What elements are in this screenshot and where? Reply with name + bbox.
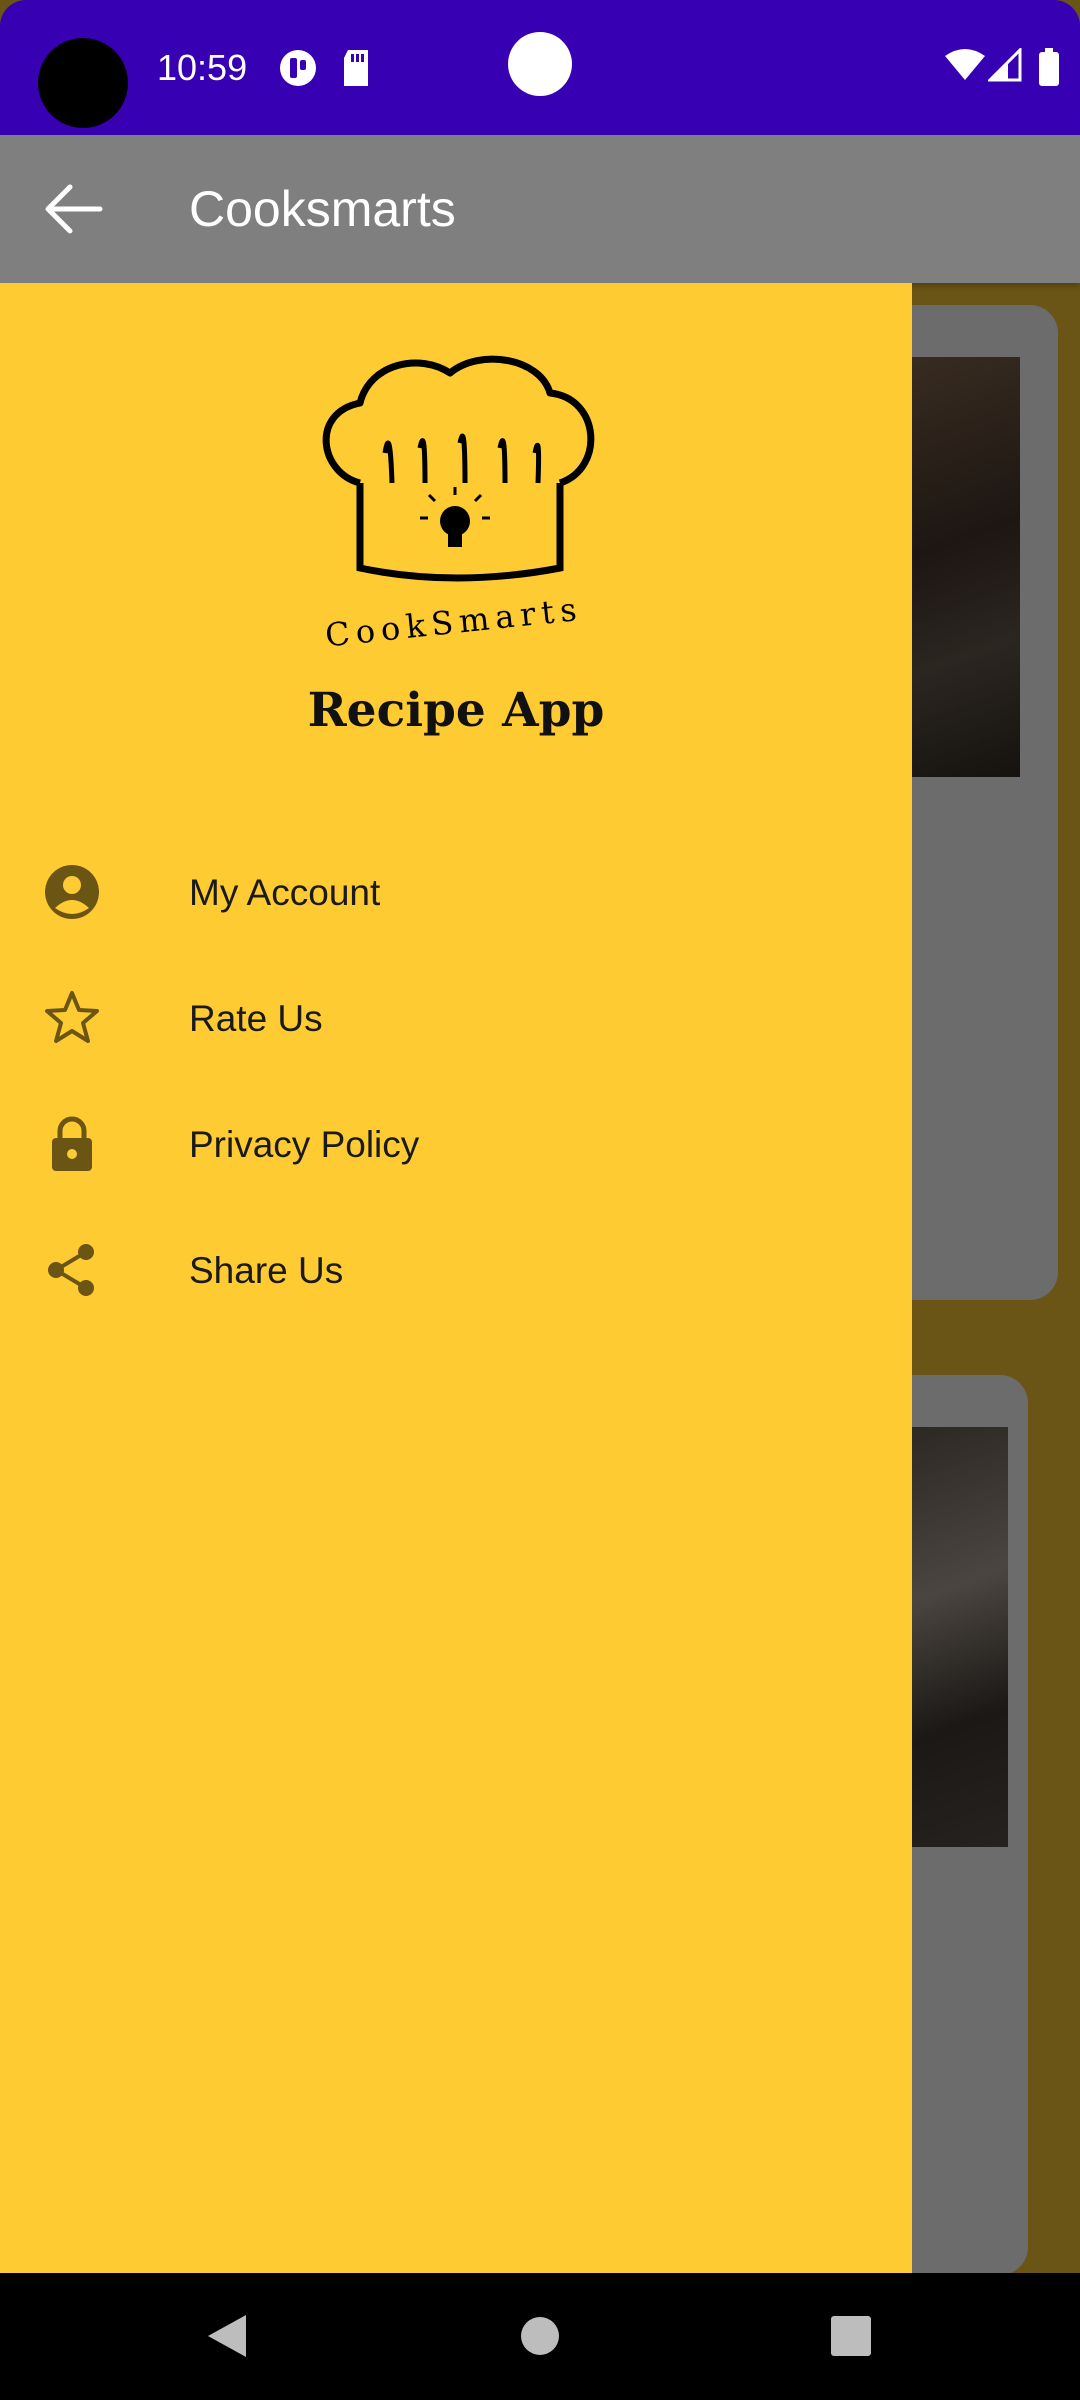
- star-outline-icon: [45, 991, 99, 1043]
- menu-item-my-account[interactable]: My Account: [0, 832, 912, 952]
- app-notification-icon: [280, 50, 316, 86]
- camera-cutout: [38, 38, 128, 128]
- menu-item-rate-us[interactable]: Rate Us: [0, 958, 912, 1078]
- camera-indicator: [508, 32, 572, 96]
- share-icon: [48, 1244, 94, 1296]
- nav-recents-icon[interactable]: [830, 2311, 872, 2361]
- nav-back-icon[interactable]: [202, 2311, 250, 2361]
- menu-item-privacy-policy[interactable]: Privacy Policy: [0, 1084, 912, 1204]
- battery-icon: [1039, 48, 1059, 86]
- app-title: Cooksmarts: [189, 181, 456, 237]
- app-bar: Cooksmarts: [0, 135, 1080, 283]
- wifi-icon: [945, 49, 985, 80]
- menu-label: Privacy Policy: [189, 1124, 420, 1165]
- lock-icon: [52, 1116, 92, 1171]
- signal-icon: [988, 48, 1022, 82]
- menu-label: Share Us: [189, 1250, 344, 1291]
- arrow-back-icon[interactable]: [38, 181, 104, 237]
- navigation-drawer: CookSmarts Recipe App My Account Rate Us…: [0, 283, 912, 2273]
- sd-card-icon: [344, 50, 368, 86]
- menu-item-share-us[interactable]: Share Us: [0, 1210, 912, 1330]
- drawer-title: Recipe App: [307, 683, 605, 738]
- status-time: 10:59: [157, 47, 248, 88]
- nav-home-icon[interactable]: [520, 2311, 560, 2361]
- account-circle-icon: [45, 865, 99, 919]
- system-nav-bar: [0, 2273, 1080, 2400]
- menu-label: My Account: [189, 872, 381, 913]
- logo-text: CookSmarts: [323, 590, 584, 653]
- menu-label: Rate Us: [189, 998, 323, 1039]
- cooksmarts-logo: CookSmarts: [322, 355, 595, 653]
- status-bar: 10:59: [0, 0, 1080, 135]
